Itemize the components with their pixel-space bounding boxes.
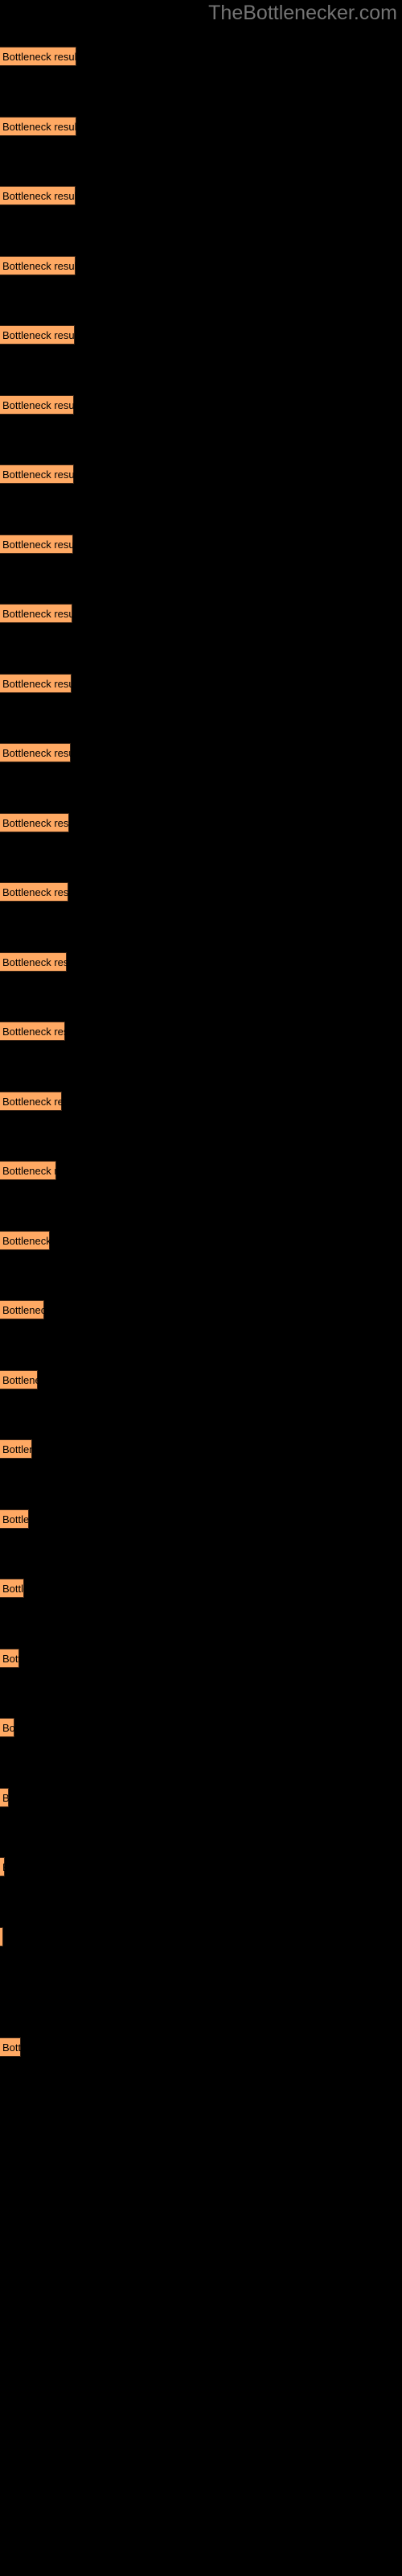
bar-row: Bottleneck result [0, 952, 67, 972]
bar-label: Bottleneck result [2, 1583, 24, 1595]
bar-label: Bottleneck result [2, 1304, 44, 1316]
bar-row: Bottleneck result [0, 1649, 19, 1668]
bar-label-clip: Bottleneck result [0, 395, 74, 415]
bar-row: Bottleneck result [0, 1509, 29, 1529]
bar-row: Bottleneck result [0, 743, 71, 762]
bar-label-clip: Bottleneck result [0, 186, 76, 205]
bar-label: Bottleneck result [2, 1792, 9, 1804]
bar-row: Bottleneck result [0, 395, 74, 415]
bar-row: Bottleneck result [0, 674, 72, 693]
bar-label: Bottleneck result [2, 329, 75, 341]
bar-row: Bottleneck result [0, 2037, 21, 2057]
bar-row: Bottleneck result [0, 256, 76, 275]
bar-label: Bottleneck result [2, 886, 68, 898]
bar-label: Bottleneck result [2, 190, 76, 202]
bar-label: Bottleneck result [2, 956, 67, 968]
bar-label: Bottleneck result [2, 1722, 14, 1734]
bar-label-clip: Bottleneck result [0, 1509, 29, 1529]
bar-label-clip: Bottleneck result [0, 1649, 19, 1668]
bar-row: Bottleneck result [0, 1370, 38, 1389]
bar-label: Bottleneck result [2, 678, 72, 690]
bar-label-clip: Bottleneck result [0, 1231, 50, 1250]
bar-label-clip: Bottleneck result [0, 535, 73, 554]
bar-row: Bottleneck result [0, 1300, 44, 1319]
bar-label-clip: Bottleneck result [0, 1439, 32, 1459]
bar-label-clip: Bottleneck result [0, 464, 74, 484]
bar-row: Bottleneck result [0, 1092, 62, 1111]
bar-row: Bottleneck result [0, 1927, 3, 1946]
bar-label-clip: Bottleneck result [0, 1161, 56, 1180]
bar-label: Bottleneck result [2, 2041, 21, 2054]
bar-row: Bottleneck result [0, 535, 73, 554]
bar-row: Bottleneck result [0, 464, 74, 484]
bar-label-clip: Bottleneck result [0, 2037, 21, 2057]
bar-label-clip: Bottleneck result [0, 1927, 3, 1946]
bar-label-clip: Bottleneck result [0, 1857, 5, 1876]
bar-label-clip: Bottleneck result [0, 882, 68, 902]
bar-row: Bottleneck result [0, 1718, 14, 1737]
bar-label: Bottleneck result [2, 121, 76, 133]
bar-label-clip: Bottleneck result [0, 47, 76, 66]
bar-row [0, 1967, 1, 1987]
bar-label-clip: Bottleneck result [0, 1300, 44, 1319]
bar-row: Bottleneck result [0, 1857, 5, 1876]
bar-row: Bottleneck result [0, 882, 68, 902]
bar-label-clip: Bottleneck result [0, 1579, 24, 1598]
bottleneck-bar-chart: TheBottlenecker.com Bottleneck result Bot… [0, 0, 402, 2576]
bar-label: Bottleneck result [2, 1026, 65, 1038]
bar-label-clip: Bottleneck result [0, 1718, 14, 1737]
bar-row: Bottleneck result [0, 1161, 56, 1180]
bar-label: Bottleneck result [2, 1374, 38, 1386]
bar-label-clip: Bottleneck result [0, 674, 72, 693]
bar-row: Bottleneck result [0, 1231, 50, 1250]
bar-row: Bottleneck result [0, 1022, 65, 1041]
bar-label-clip: Bottleneck result [0, 117, 76, 136]
bar-row: Bottleneck result [0, 813, 69, 832]
bar-row: Bottleneck result [0, 604, 72, 623]
bar-label: Bottleneck result [2, 608, 72, 620]
plot-area: Bottleneck result Bottleneck result Bottle… [0, 0, 402, 2576]
bar-label-clip: Bottleneck result [0, 325, 75, 345]
bar-label: Bottleneck result [2, 1927, 3, 1946]
bar-label-clip: Bottleneck result [0, 1788, 9, 1807]
bar-label-clip: Bottleneck result [0, 1092, 62, 1111]
bar-label: Bottleneck result [2, 1096, 62, 1108]
bar-label: Bottleneck result [2, 51, 76, 63]
bar-row: Bottleneck result [0, 186, 76, 205]
bar-row: Bottleneck result [0, 1788, 9, 1807]
bar-label: Bottleneck result [2, 539, 73, 551]
bar-label-clip: Bottleneck result [0, 1022, 65, 1041]
bar-label: Bottleneck result [2, 1165, 56, 1177]
bar-label: Bottleneck result [2, 469, 74, 481]
bar-label: Bottleneck result [2, 747, 71, 759]
bar-label-clip: Bottleneck result [0, 1370, 38, 1389]
bar-label-clip: Bottleneck result [0, 952, 67, 972]
bar-row: Bottleneck result [0, 47, 76, 66]
bar-row: Bottleneck result [0, 1439, 32, 1459]
bar-row: Bottleneck result [0, 325, 75, 345]
bar-label: Bottleneck result [2, 1443, 32, 1455]
bar-row: Bottleneck result [0, 117, 76, 136]
bar-label-clip: Bottleneck result [0, 256, 76, 275]
bar-label-clip: Bottleneck result [0, 604, 72, 623]
bar-label: Bottleneck result [2, 1857, 5, 1876]
bar-row: Bottleneck result [0, 1579, 24, 1598]
bar-label: Bottleneck result [2, 399, 74, 411]
bar-label-clip: Bottleneck result [0, 743, 71, 762]
bar-label: Bottleneck result [2, 1235, 50, 1247]
bar-label: Bottleneck result [2, 1513, 29, 1525]
bar-label: Bottleneck result [2, 1653, 19, 1665]
bar-label: Bottleneck result [2, 817, 69, 829]
bar-label: Bottleneck result [2, 260, 76, 272]
bar-label-clip: Bottleneck result [0, 813, 69, 832]
